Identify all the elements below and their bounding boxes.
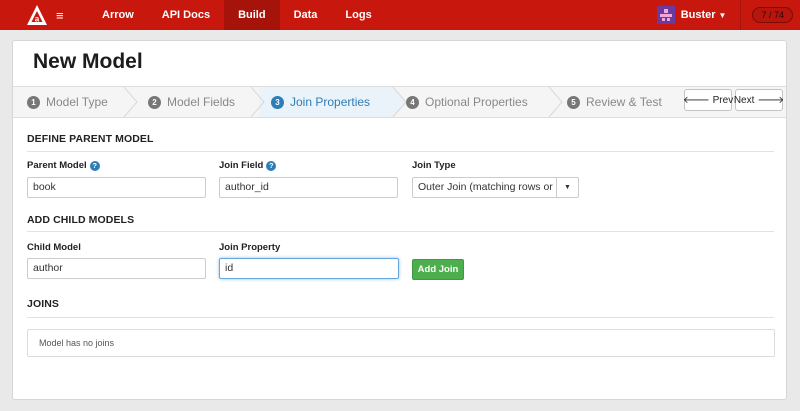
next-label: Next [733, 94, 755, 106]
next-button[interactable]: Next 🡒 [733, 89, 785, 111]
add-join-button[interactable]: Add Join [412, 259, 464, 280]
wizard-step-model-fields[interactable]: 2 Model Fields [148, 87, 235, 117]
join-field-label: Join Field ? [219, 160, 277, 171]
section-heading-parent: DEFINE PARENT MODEL [27, 133, 154, 145]
parent-model-label: Parent Model ? [27, 160, 100, 171]
parent-model-label-text: Parent Model [27, 160, 87, 171]
join-type-label: Join Type [412, 160, 456, 171]
section-heading-child: ADD CHILD MODELS [27, 214, 135, 226]
prev-button[interactable]: 🡐 Prev [682, 89, 734, 111]
child-model-label: Child Model [27, 242, 81, 253]
step-number: 3 [271, 95, 284, 109]
nav-build[interactable]: Build [224, 0, 280, 30]
arrow-right-icon: 🡒 [757, 95, 785, 106]
step-number: 2 [148, 95, 161, 109]
joins-empty-state: Model has no joins [27, 329, 775, 357]
wizard-step-model-type[interactable]: 1 Model Type [27, 87, 108, 117]
section-divider [27, 151, 774, 152]
wizard-step-join-properties[interactable]: 3 Join Properties [271, 87, 370, 117]
help-icon[interactable]: ? [266, 160, 277, 171]
avatar[interactable] [656, 6, 675, 24]
parent-model-input[interactable]: book [27, 177, 206, 198]
chevron-down-icon[interactable]: ▼ [719, 11, 727, 20]
wizard-steps: 1 Model Type 2 Model Fields 3 Join Prope… [13, 86, 786, 118]
join-property-label: Join Property [219, 242, 281, 253]
join-type-value: Outer Join (matching rows or [418, 181, 553, 193]
step-number: 4 [406, 95, 419, 109]
nav-logs[interactable]: Logs [331, 0, 385, 30]
wizard-step-optional-properties[interactable]: 4 Optional Properties [406, 87, 528, 117]
prev-label: Prev [712, 94, 734, 106]
help-icon[interactable]: ? [89, 160, 100, 171]
step-label: Model Type [46, 95, 108, 109]
top-nav: a ≡ Arrow API Docs Build Data Logs Buste… [0, 0, 800, 30]
nav-data[interactable]: Data [280, 0, 332, 30]
new-model-card: New Model 1 Model Type 2 Model Fields 3 … [12, 40, 787, 400]
join-property-input[interactable]: id [219, 258, 399, 279]
section-divider [27, 317, 774, 318]
usage-counter-badge[interactable]: 7 / 74 [752, 7, 793, 23]
step-number: 5 [567, 95, 580, 109]
page-title: New Model [33, 50, 143, 73]
step-label: Model Fields [167, 95, 236, 109]
child-model-input[interactable]: author [27, 258, 206, 279]
wizard-step-review-test[interactable]: 5 Review & Test [567, 87, 662, 117]
svg-text:a: a [35, 15, 40, 24]
nav-api-docs[interactable]: API Docs [148, 0, 224, 30]
join-type-select[interactable]: Outer Join (matching rows or ▼ [412, 177, 579, 198]
step-number: 1 [27, 95, 40, 109]
join-field-input[interactable]: author_id [219, 177, 398, 198]
caret-down-icon[interactable]: ▼ [556, 178, 578, 197]
nav-divider [740, 0, 742, 30]
section-heading-joins: JOINS [27, 298, 60, 310]
appcelerator-logo-icon[interactable]: a [26, 4, 48, 26]
step-label: Optional Properties [425, 95, 528, 109]
section-divider [27, 231, 774, 232]
nav-arrow[interactable]: Arrow [88, 0, 148, 30]
join-field-label-text: Join Field [219, 160, 264, 171]
menu-icon[interactable]: ≡ [56, 8, 70, 23]
step-label: Join Properties [290, 95, 371, 109]
step-label: Review & Test [586, 95, 662, 109]
arrow-left-icon: 🡐 [682, 95, 710, 106]
user-menu[interactable]: Buster [681, 9, 716, 21]
